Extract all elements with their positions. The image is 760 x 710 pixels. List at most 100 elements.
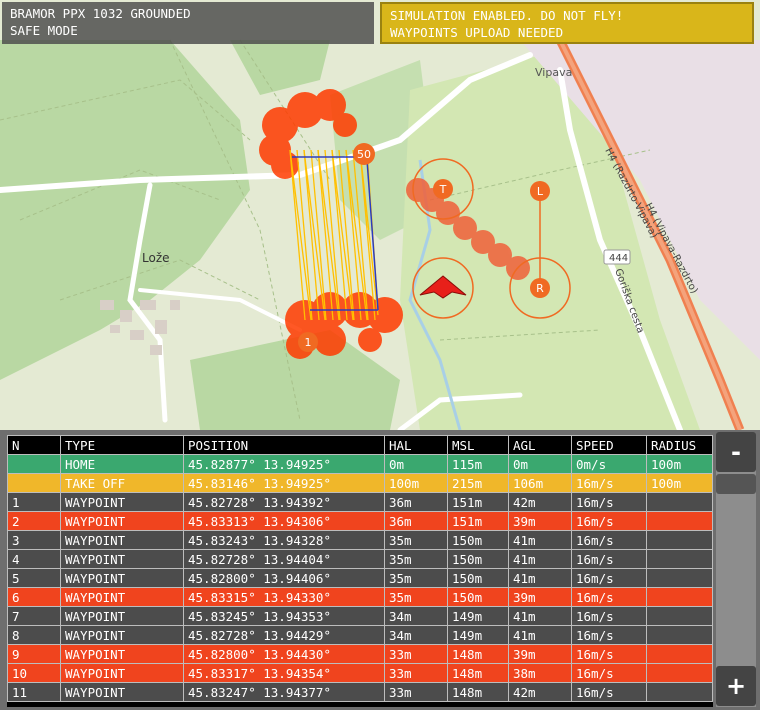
cell-hal: 33m xyxy=(384,682,448,702)
table-row[interactable]: 2 WAYPOINT 45.83313° 13.94306° 36m 151m 39m 16… xyxy=(7,511,713,531)
table-row[interactable]: 7 WAYPOINT 45.83245° 13.94353° 34m 149m 41m 16… xyxy=(7,606,713,626)
cell-radius xyxy=(646,606,713,626)
cell-agl: 41m xyxy=(508,625,572,645)
cell-msl: 148m xyxy=(447,663,509,683)
cell-position: 45.82728° 13.94404° xyxy=(183,549,385,569)
table-row[interactable]: 5 WAYPOINT 45.82800° 13.94406° 35m 150m 41m 16… xyxy=(7,568,713,588)
table-row[interactable]: 3 WAYPOINT 45.83243° 13.94328° 35m 150m 41m 16… xyxy=(7,530,713,550)
cell-agl: 39m xyxy=(508,644,572,664)
cell-radius xyxy=(646,568,713,588)
cell-hal: 34m xyxy=(384,625,448,645)
svg-text:50: 50 xyxy=(357,148,371,161)
vehicle-status-panel: BRAMOR PPX 1032 GROUNDED SAFE MODE xyxy=(2,2,374,44)
table-row[interactable]: 6 WAYPOINT 45.83315° 13.94330° 35m 150m 39m 16… xyxy=(7,587,713,607)
cell-speed: 16m/s xyxy=(571,682,647,702)
table-row[interactable]: HOME 45.82877° 13.94925° 0m 115m 0m 0m/s 100m xyxy=(7,454,713,474)
cell-speed: 16m/s xyxy=(571,663,647,683)
takeoff-marker[interactable]: T xyxy=(433,179,453,199)
cell-type: WAYPOINT xyxy=(60,530,184,550)
cell-radius xyxy=(646,644,713,664)
place-label-loze: Lože xyxy=(142,251,170,265)
column-header-radius: RADIUS xyxy=(646,435,713,455)
cell-radius xyxy=(646,682,713,702)
cell-msl: 150m xyxy=(447,530,509,550)
cell-agl: 39m xyxy=(508,587,572,607)
svg-text:1: 1 xyxy=(305,336,312,349)
cell-hal: 35m xyxy=(384,568,448,588)
cell-type: WAYPOINT xyxy=(60,682,184,702)
table-row[interactable]: 11 WAYPOINT 45.83247° 13.94377° 33m 148m 42m 1… xyxy=(7,682,713,702)
cell-position: 45.83243° 13.94328° xyxy=(183,530,385,550)
cell-msl: 150m xyxy=(447,568,509,588)
cell-type: WAYPOINT xyxy=(60,549,184,569)
vehicle-status: BRAMOR PPX 1032 GROUNDED xyxy=(10,6,191,21)
cell-hal: 36m xyxy=(384,511,448,531)
cell-hal: 35m xyxy=(384,530,448,550)
cell-hal: 35m xyxy=(384,587,448,607)
cell-msl: 115m xyxy=(447,454,509,474)
table-row[interactable]: TAKE OFF 45.83146° 13.94925° 100m 215m 106m 1… xyxy=(7,473,713,493)
column-header-agl: AGL xyxy=(508,435,572,455)
table-row[interactable]: 8 WAYPOINT 45.82728° 13.94429° 34m 149m 41m 16… xyxy=(7,625,713,645)
cell-speed: 16m/s xyxy=(571,606,647,626)
cell-n: 3 xyxy=(7,530,61,550)
cell-n: 4 xyxy=(7,549,61,569)
cell-speed: 16m/s xyxy=(571,549,647,569)
waypoint-1-marker[interactable]: 1 xyxy=(298,332,318,352)
table-row[interactable]: 1 WAYPOINT 45.82728° 13.94392° 36m 151m 42m 16… xyxy=(7,492,713,512)
cell-position: 45.82728° 13.94429° xyxy=(183,625,385,645)
rally-marker[interactable]: R xyxy=(530,278,550,298)
waypoint-50-marker[interactable]: 50 xyxy=(353,143,375,165)
cell-agl: 38m xyxy=(508,663,572,683)
cell-n: 1 xyxy=(7,492,61,512)
cell-n: 6 xyxy=(7,587,61,607)
cell-radius xyxy=(646,530,713,550)
cell-radius xyxy=(646,511,713,531)
cell-msl: 151m xyxy=(447,511,509,531)
cell-speed: 16m/s xyxy=(571,530,647,550)
cell-agl: 41m xyxy=(508,530,572,550)
add-waypoint-button[interactable]: + xyxy=(716,666,756,706)
cell-agl: 39m xyxy=(508,511,572,531)
map-view[interactable]: Lože Vipava H4 (Razdrto-Vipava) H4 (Vipa… xyxy=(0,0,760,430)
table-row[interactable]: 9 WAYPOINT 45.82800° 13.94430° 33m 148m 39m 16… xyxy=(7,644,713,664)
flight-mode: SAFE MODE xyxy=(10,23,78,38)
cell-type: WAYPOINT xyxy=(60,644,184,664)
cell-hal: 33m xyxy=(384,663,448,683)
svg-text:L: L xyxy=(537,185,544,198)
cell-hal: 33m xyxy=(384,644,448,664)
cell-n: 7 xyxy=(7,606,61,626)
remove-waypoint-button[interactable]: - xyxy=(716,432,756,472)
table-row[interactable]: 4 WAYPOINT 45.82728° 13.94404° 35m 150m 41m 16… xyxy=(7,549,713,569)
road-number-label: 444 xyxy=(609,253,628,264)
cell-n xyxy=(7,473,61,493)
cell-position: 45.83313° 13.94306° xyxy=(183,511,385,531)
cell-radius xyxy=(646,663,713,683)
cell-type: WAYPOINT xyxy=(60,625,184,645)
cell-n: 9 xyxy=(7,644,61,664)
cell-radius: 100m xyxy=(646,473,713,493)
cell-position: 45.82877° 13.94925° xyxy=(183,454,385,474)
cell-radius xyxy=(646,549,713,569)
simulation-warning: SIMULATION ENABLED. DO NOT FLY! xyxy=(390,8,624,23)
cell-agl: 41m xyxy=(508,549,572,569)
cell-speed: 16m/s xyxy=(571,644,647,664)
landing-marker[interactable]: L xyxy=(530,181,550,201)
waypoint-table-container[interactable]: N TYPE POSITION HAL MSL AGL SPEED RADIUS… xyxy=(7,435,713,707)
cell-hal: 36m xyxy=(384,492,448,512)
table-row[interactable]: 10 WAYPOINT 45.83317° 13.94354° 33m 148m 38m 1… xyxy=(7,663,713,683)
cell-hal: 35m xyxy=(384,549,448,569)
cell-msl: 148m xyxy=(447,682,509,702)
table-header-row: N TYPE POSITION HAL MSL AGL SPEED RADIUS xyxy=(7,435,713,455)
column-header-position: POSITION xyxy=(183,435,385,455)
cell-speed: 16m/s xyxy=(571,511,647,531)
cell-msl: 149m xyxy=(447,606,509,626)
svg-text:R: R xyxy=(536,282,544,295)
cell-msl: 150m xyxy=(447,587,509,607)
cell-speed: 16m/s xyxy=(571,625,647,645)
scroll-thumb[interactable] xyxy=(716,474,756,494)
cell-speed: 16m/s xyxy=(571,568,647,588)
cell-n: 8 xyxy=(7,625,61,645)
cell-n: 10 xyxy=(7,663,61,683)
cell-agl: 0m xyxy=(508,454,572,474)
